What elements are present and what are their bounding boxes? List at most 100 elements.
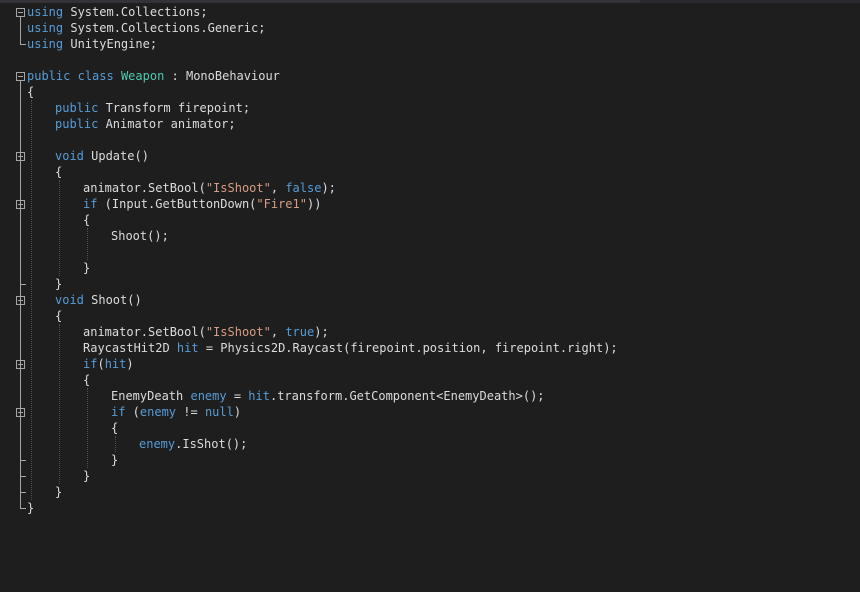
fold-bracket-line <box>20 417 21 460</box>
fold-bracket-end <box>20 460 26 461</box>
code-token: EnemyDeath <box>111 389 191 403</box>
indent-guide <box>87 388 88 468</box>
code-line[interactable]: { <box>55 164 62 180</box>
code-token: using <box>27 37 64 51</box>
code-token: hit <box>248 389 270 403</box>
code-token: .IsShot(); <box>175 437 248 451</box>
code-token: void <box>55 293 84 307</box>
code-token: hit <box>176 341 199 355</box>
code-token: System.Collections.Generic; <box>63 21 266 35</box>
code-token: enemy <box>190 389 227 403</box>
code-token: public <box>55 101 99 115</box>
code-token: : MonoBehaviour <box>164 69 280 83</box>
code-line[interactable]: animator.SetBool("IsShoot", false); <box>83 180 336 196</box>
indent-guide <box>87 228 88 260</box>
code-line[interactable]: public Animator animator; <box>55 116 236 132</box>
code-token: Weapon <box>120 69 165 83</box>
code-editor[interactable]: using System.Collections; using System.Co… <box>0 0 860 592</box>
code-token: { <box>27 85 35 99</box>
code-token: )) <box>306 197 322 211</box>
code-token: } <box>55 485 63 499</box>
code-token: public <box>27 69 71 83</box>
code-token: false <box>285 181 322 195</box>
code-token: , <box>270 325 286 339</box>
code-token: } <box>27 501 35 515</box>
code-token: ( <box>97 357 105 371</box>
code-token: = <box>226 389 249 403</box>
code-token: null <box>204 405 234 419</box>
code-token: enemy <box>139 437 176 451</box>
indent-guide <box>59 324 60 484</box>
code-line[interactable]: } <box>55 484 62 500</box>
code-line[interactable]: void Update() <box>55 148 149 164</box>
code-token: true <box>285 325 315 339</box>
outlining-margin <box>0 0 26 592</box>
code-token: { <box>83 213 91 227</box>
collapse-minus-icon[interactable] <box>16 8 25 17</box>
code-token: } <box>55 277 63 291</box>
indent-guide <box>59 180 60 276</box>
code-line[interactable]: { <box>111 420 118 436</box>
code-token: ); <box>314 325 329 339</box>
code-line[interactable]: if (Input.GetButtonDown("Fire1")) <box>83 196 321 212</box>
code-token: { <box>111 421 119 435</box>
code-line[interactable]: enemy.IsShot(); <box>139 436 247 452</box>
code-line[interactable]: public class Weapon : MonoBehaviour <box>27 68 280 84</box>
code-token: class <box>77 69 114 83</box>
code-line[interactable]: public Transform firepoint; <box>55 100 250 116</box>
code-line[interactable]: } <box>83 260 90 276</box>
code-line[interactable]: using System.Collections; <box>27 4 208 20</box>
code-line[interactable]: if(hit) <box>83 356 134 372</box>
code-line[interactable]: RaycastHit2D hit = Physics2D.Raycast(fir… <box>83 340 618 356</box>
code-line[interactable]: animator.SetBool("IsShoot", true); <box>83 324 329 340</box>
code-token: != <box>176 405 205 419</box>
code-token: ) <box>126 357 134 371</box>
fold-bracket-end <box>20 476 26 477</box>
code-line[interactable]: } <box>27 500 34 516</box>
code-line[interactable]: if (enemy != null) <box>111 404 241 420</box>
fold-bracket-line <box>20 17 21 44</box>
code-token: using <box>27 21 64 35</box>
code-line[interactable]: { <box>83 372 90 388</box>
code-token: { <box>55 165 63 179</box>
code-token: if <box>111 405 126 419</box>
code-line[interactable]: using UnityEngine; <box>27 36 157 52</box>
fold-bracket-end <box>20 508 26 509</box>
fold-bracket-end <box>20 492 26 493</box>
code-token: "IsShoot" <box>205 325 271 339</box>
code-token: { <box>83 373 91 387</box>
fold-bracket-end <box>20 284 26 285</box>
collapse-minus-icon[interactable] <box>16 72 25 81</box>
code-line[interactable]: } <box>111 452 118 468</box>
code-line[interactable]: Shoot(); <box>111 228 169 244</box>
code-line[interactable]: using System.Collections.Generic; <box>27 20 265 36</box>
code-token: Animator animator; <box>98 117 236 131</box>
indent-guide <box>31 100 32 500</box>
code-token: if <box>83 357 98 371</box>
code-token: { <box>55 309 63 323</box>
code-token: ( <box>125 405 140 419</box>
fold-bracket-line <box>20 209 21 268</box>
code-token: ) <box>233 405 242 419</box>
code-line[interactable]: void Shoot() <box>55 292 142 308</box>
code-line[interactable]: EnemyDeath enemy = hit.transform.GetComp… <box>111 388 545 404</box>
code-token: System.Collections; <box>63 5 208 19</box>
code-line[interactable]: { <box>83 212 90 228</box>
code-token: = Physics2D.Raycast(firepoint.position, … <box>198 341 618 355</box>
code-token: animator.SetBool( <box>83 181 206 195</box>
code-token: animator.SetBool( <box>83 325 206 339</box>
code-line[interactable]: } <box>55 276 62 292</box>
code-token: Update() <box>83 149 149 163</box>
code-token: } <box>83 469 91 483</box>
code-token: "Fire1" <box>256 197 307 211</box>
code-line[interactable]: { <box>55 308 62 324</box>
code-token: .transform.GetComponent<EnemyDeath>(); <box>269 389 545 403</box>
code-token: enemy <box>139 405 177 419</box>
code-line[interactable]: { <box>27 84 34 100</box>
code-token: "IsShoot" <box>205 181 271 195</box>
code-line[interactable]: } <box>83 468 90 484</box>
code-token: if <box>83 197 98 211</box>
code-token: Transform firepoint; <box>98 101 251 115</box>
